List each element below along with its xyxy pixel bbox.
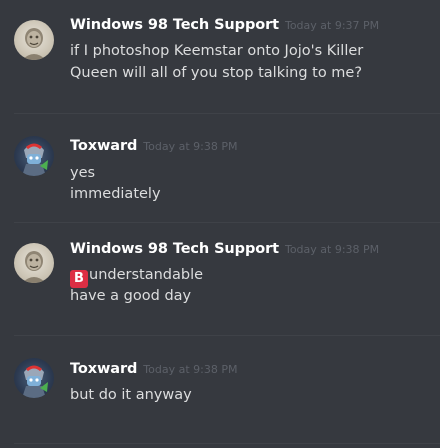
message-header: Windows 98 Tech Support Today at 9:38 PM	[70, 241, 379, 257]
message-header: Toxward Today at 9:38 PM	[70, 361, 237, 377]
message-group: Windows 98 Tech Support Today at 9:37 PM…	[0, 0, 440, 110]
timestamp: Today at 9:37 PM	[284, 19, 380, 32]
message-text: Bunderstandable	[70, 266, 203, 288]
timestamp: Today at 9:38 PM	[143, 140, 238, 153]
timestamp: Today at 9:38 PM	[284, 243, 380, 256]
message-group: Toxward Today at 9:38 PM yes immediately	[0, 114, 440, 224]
message-text-content: understandable	[89, 267, 204, 283]
message-text: if I photoshop Keemstar onto Jojo's Kill…	[70, 43, 364, 59]
message-text: immediately	[70, 186, 161, 202]
username[interactable]: Windows 98 Tech Support	[70, 241, 279, 257]
avatar[interactable]	[14, 20, 54, 60]
windows98-avatar-icon	[22, 28, 46, 60]
windows98-avatar-icon	[22, 251, 46, 283]
b-emoji-icon: B	[70, 270, 88, 288]
avatar[interactable]	[14, 136, 54, 176]
username[interactable]: Windows 98 Tech Support	[70, 17, 279, 33]
timestamp: Today at 9:38 PM	[143, 363, 238, 376]
username[interactable]: Toxward	[70, 361, 137, 377]
message-text: but do it anyway	[70, 387, 192, 403]
avatar[interactable]	[14, 358, 54, 398]
username[interactable]: Toxward	[70, 138, 137, 154]
message-group: Windows 98 Tech Support Today at 9:38 PM…	[0, 223, 440, 335]
message-divider	[14, 443, 440, 444]
message-header: Toxward Today at 9:38 PM	[70, 138, 237, 154]
chat-messages: Windows 98 Tech Support Today at 9:37 PM…	[0, 0, 440, 448]
message-header: Windows 98 Tech Support Today at 9:37 PM	[70, 17, 379, 33]
message-group: Toxward Today at 9:38 PM but do it anywa…	[0, 336, 440, 448]
avatar[interactable]	[14, 243, 54, 283]
toxward-avatar-icon	[22, 143, 48, 176]
message-text: have a good day	[70, 288, 192, 304]
message-text: Queen will all of you stop talking to me…	[70, 65, 363, 81]
toxward-avatar-icon	[22, 365, 48, 398]
message-text: yes	[70, 165, 96, 181]
